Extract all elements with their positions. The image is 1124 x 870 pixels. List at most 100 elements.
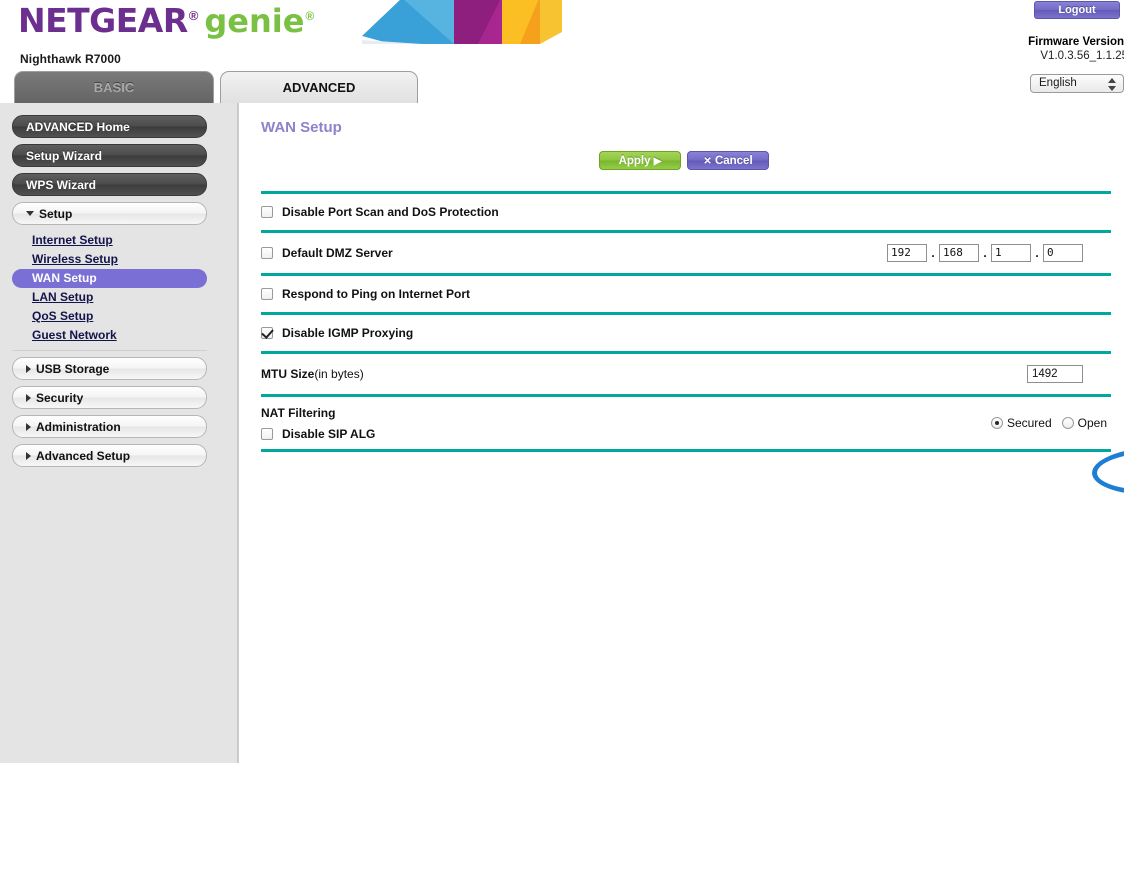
sidebar-item-label: ADVANCED Home <box>26 120 130 134</box>
checkbox-disable-sip-alg[interactable] <box>261 428 273 440</box>
radio-open[interactable] <box>1062 417 1074 429</box>
tab-basic[interactable]: BASIC <box>14 71 214 104</box>
mtu-highlight-annotation <box>1091 445 1124 497</box>
sidebar-group-setup[interactable]: Setup <box>12 202 207 225</box>
dmz-ip-octet-1[interactable]: 192 <box>887 244 927 262</box>
sidebar-item-label: WPS Wizard <box>26 178 96 192</box>
sidebar-item-label: Guest Network <box>32 328 117 342</box>
sidebar-item-wan-setup[interactable]: WAN Setup <box>12 269 207 288</box>
genie-wordmark: genie <box>204 5 304 37</box>
sidebar-item-wireless-setup[interactable]: Wireless Setup <box>12 250 207 269</box>
cancel-button[interactable]: ✕ Cancel <box>687 151 769 170</box>
sidebar-divider <box>12 350 207 351</box>
row-label: Default DMZ Server <box>282 246 393 260</box>
row-nat-filtering: NAT Filtering Secured Open <box>261 397 1111 449</box>
row-label: Respond to Ping on Internet Port <box>282 287 470 301</box>
genie-registered-mark: ® <box>305 9 314 23</box>
radio-label: Open <box>1078 416 1107 430</box>
sidebar-group-usb-storage[interactable]: USB Storage <box>12 357 207 380</box>
sidebar-group-label: USB Storage <box>36 362 109 376</box>
dmz-ip-octet-4[interactable]: 0 <box>1043 244 1083 262</box>
chevron-right-icon <box>26 394 31 402</box>
tab-advanced[interactable]: ADVANCED <box>220 71 418 104</box>
sidebar-group-advanced-setup[interactable]: Advanced Setup <box>12 444 207 467</box>
close-icon: ✕ <box>703 156 711 167</box>
chevron-right-icon <box>26 452 31 460</box>
genie-admin-page: NETGEAR ® genie ® Nighthawk R7000 Logout… <box>0 0 1124 870</box>
ip-separator: . <box>979 246 991 260</box>
nat-option-open[interactable]: Open <box>1062 416 1107 430</box>
sidebar-group-security[interactable]: Security <box>12 386 207 409</box>
content-panel: WAN Setup Apply ▶ ✕ Cancel Disable Port … <box>238 103 1124 870</box>
sidebar-group-label: Administration <box>36 420 121 434</box>
sidebar-item-label: Wireless Setup <box>32 252 118 266</box>
netgear-registered-mark: ® <box>189 8 199 23</box>
sidebar-group-label: Security <box>36 391 83 405</box>
mtu-size-input[interactable]: 1492 <box>1027 365 1083 383</box>
sidebar-navigation: ADVANCED Home Setup Wizard WPS Wizard Se… <box>0 103 238 870</box>
play-arrow-icon: ▶ <box>654 156 662 167</box>
router-model-name: Nighthawk R7000 <box>20 52 121 66</box>
sidebar-item-label: QoS Setup <box>32 309 93 323</box>
nat-filtering-radio-group: Secured Open <box>981 416 1107 430</box>
ip-separator: . <box>927 246 939 260</box>
sidebar-item-label: Internet Setup <box>32 233 113 247</box>
dmz-ip-octet-2[interactable]: 168 <box>939 244 979 262</box>
sidebar-group-label: Advanced Setup <box>36 449 130 463</box>
page-title: WAN Setup <box>261 119 342 136</box>
sidebar-item-lan-setup[interactable]: LAN Setup <box>12 288 207 307</box>
nat-option-secured[interactable]: Secured <box>991 416 1052 430</box>
sidebar-item-setup-wizard[interactable]: Setup Wizard <box>12 144 207 167</box>
action-button-row: Apply ▶ ✕ Cancel <box>239 151 1124 177</box>
sidebar-item-label: WAN Setup <box>32 271 97 285</box>
main-tab-bar: BASIC ADVANCED <box>0 71 1124 104</box>
sidebar-item-internet-setup[interactable]: Internet Setup <box>12 231 207 250</box>
sidebar-item-qos-setup[interactable]: QoS Setup <box>12 307 207 326</box>
mtu-size-label-bold: MTU Size <box>261 367 314 381</box>
dmz-ip-address-group: 192 . 168 . 1 . 0 <box>887 244 1083 262</box>
netgear-wordmark: NETGEAR <box>18 4 188 37</box>
radio-label: Secured <box>1007 416 1052 430</box>
row-mtu-size: MTU Size(in bytes) 1492 <box>261 354 1111 394</box>
nat-filtering-line: NAT Filtering Secured Open <box>261 403 1111 423</box>
cancel-button-label: Cancel <box>715 155 753 167</box>
firmware-version-value: V1.0.3.56_1.1.25 <box>1040 50 1124 62</box>
checkbox-disable-igmp-proxying[interactable] <box>261 327 273 339</box>
row-disable-igmp-proxying: Disable IGMP Proxying <box>261 315 1111 351</box>
page-bottom-spacer <box>0 763 1124 870</box>
row-respond-to-ping: Respond to Ping on Internet Port <box>261 276 1111 312</box>
mtu-size-label-units: (in bytes) <box>314 367 363 381</box>
apply-button[interactable]: Apply ▶ <box>599 151 681 170</box>
page-body: ADVANCED Home Setup Wizard WPS Wizard Se… <box>0 103 1124 870</box>
checkbox-respond-to-ping[interactable] <box>261 288 273 300</box>
sidebar-item-advanced-home[interactable]: ADVANCED Home <box>12 115 207 138</box>
row-label: Disable SIP ALG <box>282 427 375 441</box>
sidebar-group-label: Setup <box>39 207 72 221</box>
netgear-genie-logo: NETGEAR ® genie ® <box>18 4 313 37</box>
form-divider <box>261 449 1111 452</box>
checkbox-disable-port-scan[interactable] <box>261 206 273 218</box>
logout-button[interactable]: Logout <box>1034 1 1120 19</box>
checkbox-default-dmz-server[interactable] <box>261 247 273 259</box>
sidebar-item-label: Setup Wizard <box>26 149 102 163</box>
row-label: Disable IGMP Proxying <box>282 326 413 340</box>
apply-button-label: Apply <box>619 155 651 167</box>
sidebar-submenu-setup: Internet Setup Wireless Setup WAN Setup … <box>0 231 237 345</box>
header-polygon-artwork <box>362 0 562 44</box>
sidebar-item-wps-wizard[interactable]: WPS Wizard <box>12 173 207 196</box>
row-disable-port-scan: Disable Port Scan and DoS Protection <box>261 194 1111 230</box>
ip-separator: . <box>1031 246 1043 260</box>
nat-filtering-label: NAT Filtering <box>261 406 335 420</box>
sidebar-group-administration[interactable]: Administration <box>12 415 207 438</box>
dmz-ip-octet-3[interactable]: 1 <box>991 244 1031 262</box>
chevron-right-icon <box>26 365 31 373</box>
chevron-down-icon <box>26 211 34 216</box>
wan-setup-form: Disable Port Scan and DoS Protection Def… <box>261 191 1111 452</box>
sidebar-item-guest-network[interactable]: Guest Network <box>12 326 207 345</box>
radio-secured[interactable] <box>991 417 1003 429</box>
firmware-version-label: Firmware Version <box>1028 36 1124 48</box>
row-label: Disable Port Scan and DoS Protection <box>282 205 499 219</box>
sidebar-item-label: LAN Setup <box>32 290 93 304</box>
row-default-dmz-server: Default DMZ Server 192 . 168 . 1 . 0 <box>261 233 1111 273</box>
chevron-right-icon <box>26 423 31 431</box>
